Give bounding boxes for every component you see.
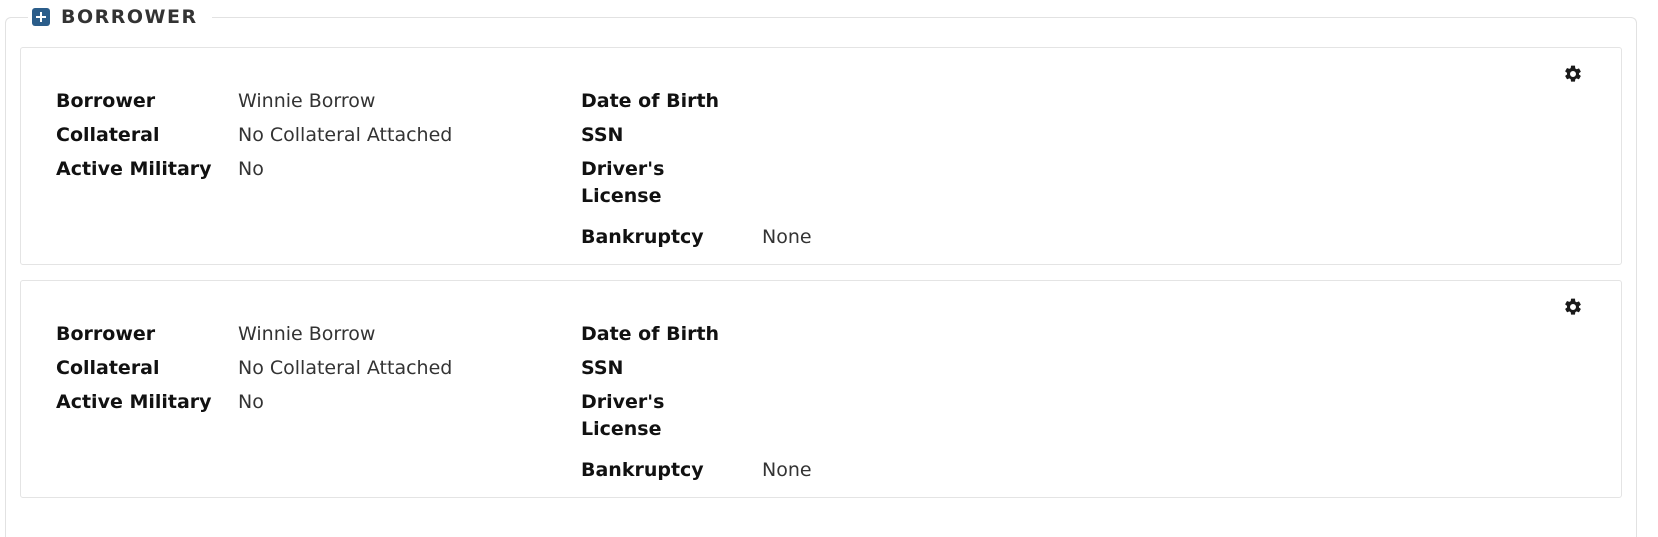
bankruptcy-label: Bankruptcy [581, 226, 704, 248]
borrower-card: Borrower Winnie Borrow Collateral No Col… [20, 280, 1622, 498]
gear-icon[interactable] [1563, 64, 1583, 84]
bankruptcy-value: None [762, 226, 812, 248]
section-header-toggle[interactable]: BORROWER [28, 2, 212, 32]
collateral-value: No Collateral Attached [238, 357, 453, 379]
borrower-name: Winnie Borrow [238, 323, 376, 345]
active-military-value: No [238, 158, 264, 180]
collateral-value: No Collateral Attached [238, 124, 453, 146]
borrower-name: Winnie Borrow [238, 90, 376, 112]
ssn-label: SSN [581, 124, 624, 146]
collateral-label: Collateral [56, 357, 160, 379]
drivers-license-label: Driver's License [581, 158, 665, 207]
borrower-label: Borrower [56, 323, 156, 345]
gear-icon[interactable] [1563, 297, 1583, 317]
plus-square-icon[interactable] [32, 8, 50, 26]
date-of-birth-label: Date of Birth [581, 90, 720, 112]
active-military-value: No [238, 391, 264, 413]
active-military-label: Active Military [56, 391, 212, 413]
bankruptcy-value: None [762, 459, 812, 481]
drivers-license-label: Driver's License [581, 391, 665, 440]
bankruptcy-label: Bankruptcy [581, 459, 704, 481]
date-of-birth-label: Date of Birth [581, 323, 720, 345]
section-title: BORROWER [61, 6, 198, 28]
borrower-label: Borrower [56, 90, 156, 112]
active-military-label: Active Military [56, 158, 212, 180]
borrower-card: Borrower Winnie Borrow Collateral No Col… [20, 47, 1622, 265]
collateral-label: Collateral [56, 124, 160, 146]
ssn-label: SSN [581, 357, 624, 379]
